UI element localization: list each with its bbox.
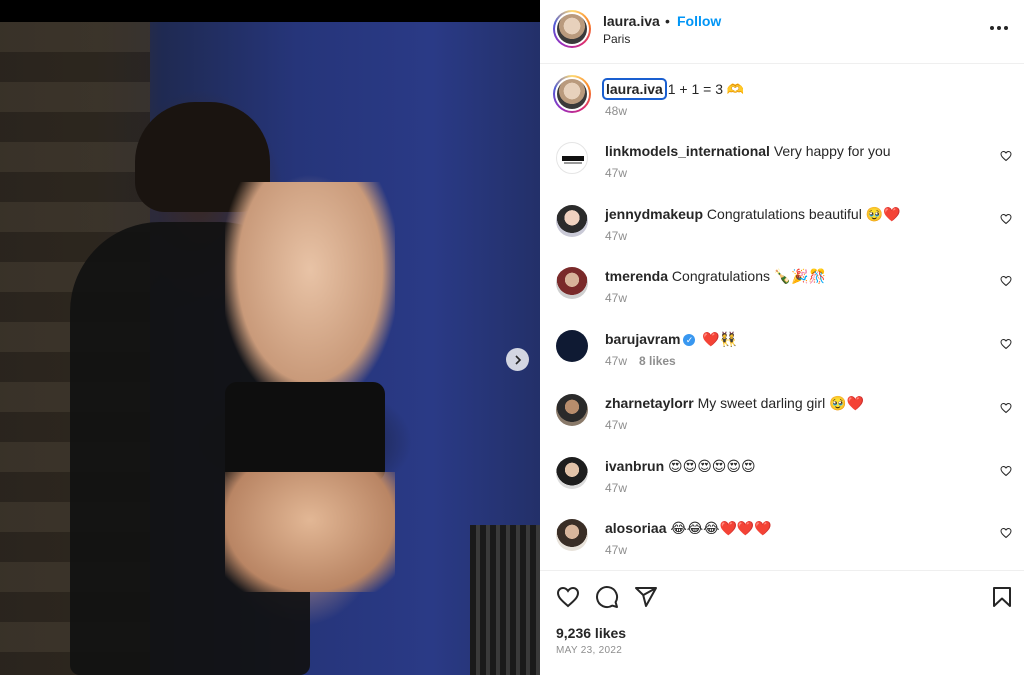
caption-time[interactable]: 48w <box>605 104 627 118</box>
comment-time[interactable]: 47w <box>605 543 627 557</box>
caption-text: 1 + 1 = 3 🫶 <box>663 81 745 97</box>
post-media <box>0 0 540 675</box>
verified-badge-icon: ✓ <box>683 334 696 347</box>
commenter-username[interactable]: zharnetaylorr <box>605 395 694 411</box>
caption-avatar[interactable] <box>553 75 591 113</box>
caption-username[interactable]: laura.iva <box>602 78 667 100</box>
heart-icon[interactable] <box>1000 338 1012 350</box>
heart-icon[interactable] <box>1000 527 1012 539</box>
chevron-right-icon <box>514 354 521 365</box>
heart-icon[interactable] <box>1000 465 1012 477</box>
post-photo <box>0 22 540 675</box>
author-username[interactable]: laura.iva <box>603 13 660 29</box>
next-photo-button[interactable] <box>506 348 529 371</box>
comment-text: 😂😂😂❤️❤️❤️ <box>666 520 772 536</box>
more-options-icon[interactable] <box>990 26 1008 32</box>
likes-count[interactable]: 9,236 likes <box>556 625 626 641</box>
comment-likes[interactable]: 8 likes <box>639 354 676 368</box>
commenter-username[interactable]: jennydmakeup <box>605 206 703 222</box>
header-separator: • <box>665 13 670 29</box>
post-header: laura.iva • Follow Paris <box>540 0 1024 64</box>
author-avatar[interactable] <box>553 10 591 48</box>
commenter-username[interactable]: ivanbrun <box>605 458 664 474</box>
comment-text: Congratulations beautiful 🥹❤️ <box>703 206 901 222</box>
commenter-avatar[interactable] <box>556 394 588 426</box>
comment-text: ❤️👯 <box>698 331 738 347</box>
comment-time[interactable]: 47w <box>605 166 627 180</box>
commenter-avatar[interactable] <box>556 519 588 551</box>
photo-woman-top <box>225 382 385 482</box>
commenter-avatar[interactable] <box>556 457 588 489</box>
heart-icon[interactable] <box>1000 150 1012 162</box>
commenter-username[interactable]: alosoriaa <box>605 520 666 536</box>
commenter-avatar[interactable] <box>556 142 588 174</box>
photo-woman-belly <box>225 472 395 592</box>
heart-icon[interactable] <box>1000 275 1012 287</box>
comment-time[interactable]: 47w <box>605 229 627 243</box>
comment-text: Congratulations 🍾🎉🎊 <box>668 268 827 284</box>
comments-list[interactable]: laura.iva 1 + 1 = 3 🫶 48w linkmodels_int… <box>540 65 1024 569</box>
post-date[interactable]: MAY 23, 2022 <box>556 645 622 656</box>
commenter-avatar[interactable] <box>556 205 588 237</box>
comment-text: My sweet darling girl 🥹❤️ <box>693 395 864 411</box>
post-location[interactable]: Paris <box>603 32 630 46</box>
commenter-username[interactable]: tmerenda <box>605 268 668 284</box>
photo-railing <box>470 525 540 675</box>
heart-icon[interactable] <box>1000 402 1012 414</box>
follow-button[interactable]: Follow <box>677 13 721 29</box>
photo-woman-face <box>225 182 395 402</box>
comment-text: Very happy for you <box>769 143 891 159</box>
bookmark-icon[interactable] <box>990 585 1014 609</box>
post-actions: 9,236 likes MAY 23, 2022 <box>540 570 1024 675</box>
comment-time[interactable]: 47w <box>605 354 627 368</box>
commenter-username[interactable]: linkmodels_international <box>605 143 770 159</box>
comment-icon[interactable] <box>595 585 619 609</box>
comment-time[interactable]: 47w <box>605 481 627 495</box>
heart-icon[interactable] <box>1000 213 1012 225</box>
media-top-bar <box>0 0 540 22</box>
post-side-panel: laura.iva • Follow Paris laura.iva 1 + 1… <box>540 0 1024 675</box>
comment-time[interactable]: 47w <box>605 291 627 305</box>
comment-text: 😍😍😍😍😍😍 <box>664 458 756 474</box>
commenter-avatar[interactable] <box>556 267 588 299</box>
heart-icon[interactable] <box>556 585 580 609</box>
commenter-username[interactable]: barujavram <box>605 331 680 347</box>
commenter-avatar[interactable] <box>556 330 588 362</box>
comment-time[interactable]: 47w <box>605 418 627 432</box>
share-icon[interactable] <box>634 585 658 609</box>
